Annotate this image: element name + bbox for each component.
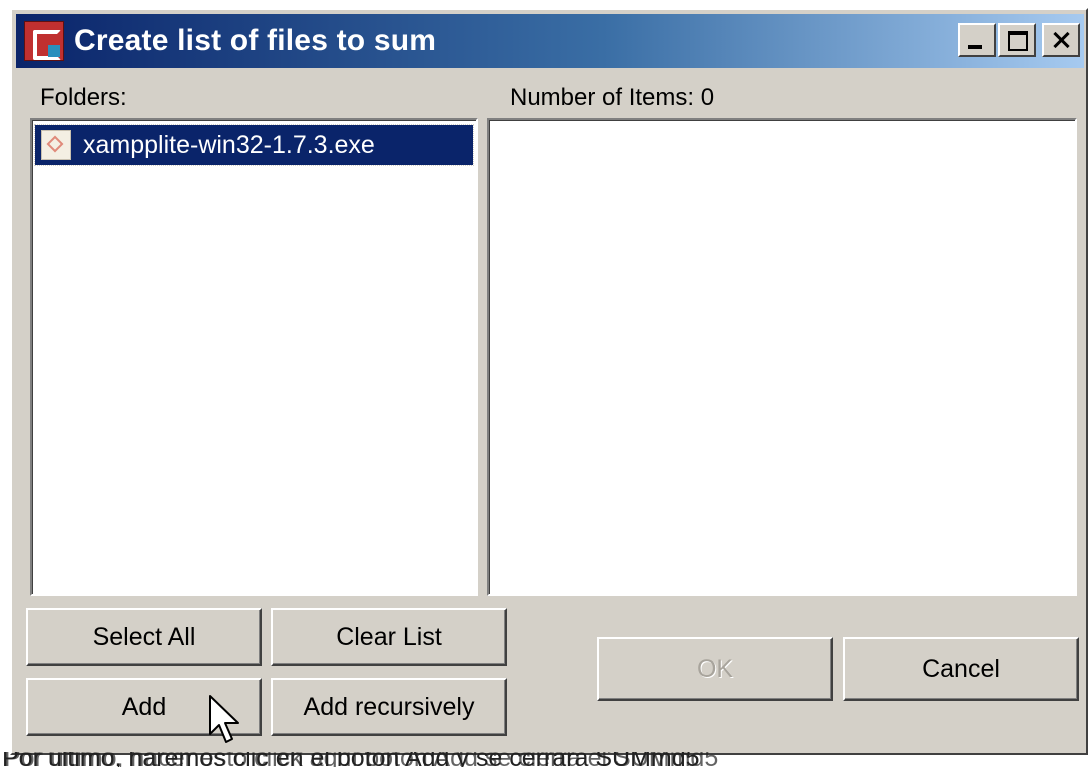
title-bar[interactable]: Create list of files to sum (16, 14, 1084, 68)
minimize-icon[interactable] (958, 23, 996, 57)
caption-text-b: Por último, hacer esto click aquí botón … (4, 752, 719, 767)
maximize-icon[interactable] (998, 23, 1036, 57)
add-recursively-button[interactable]: Add recursively (271, 678, 507, 736)
window-controls (956, 23, 1080, 57)
close-icon[interactable] (1042, 23, 1080, 57)
app-icon[interactable] (24, 21, 64, 61)
mouse-pointer-icon (209, 695, 239, 743)
cancel-button[interactable]: Cancel (843, 637, 1079, 701)
folders-label: Folders: (40, 84, 127, 111)
list-item[interactable]: xampplite-win32-1.7.3.exe (34, 124, 474, 166)
window-title: Create list of files to sum (74, 24, 437, 57)
folders-listbox[interactable]: xampplite-win32-1.7.3.exe (30, 118, 478, 596)
executable-file-icon (41, 130, 71, 160)
clear-list-button[interactable]: Clear List (271, 608, 507, 666)
caption-overlay: Por último, haremos clic en el botón Add… (0, 752, 1090, 767)
items-listbox[interactable] (487, 118, 1077, 596)
select-all-button[interactable]: Select All (26, 608, 262, 666)
number-of-items-label: Number of Items: 0 (510, 84, 715, 111)
ok-button[interactable]: OK (597, 637, 833, 701)
file-name: xampplite-win32-1.7.3.exe (83, 130, 375, 159)
